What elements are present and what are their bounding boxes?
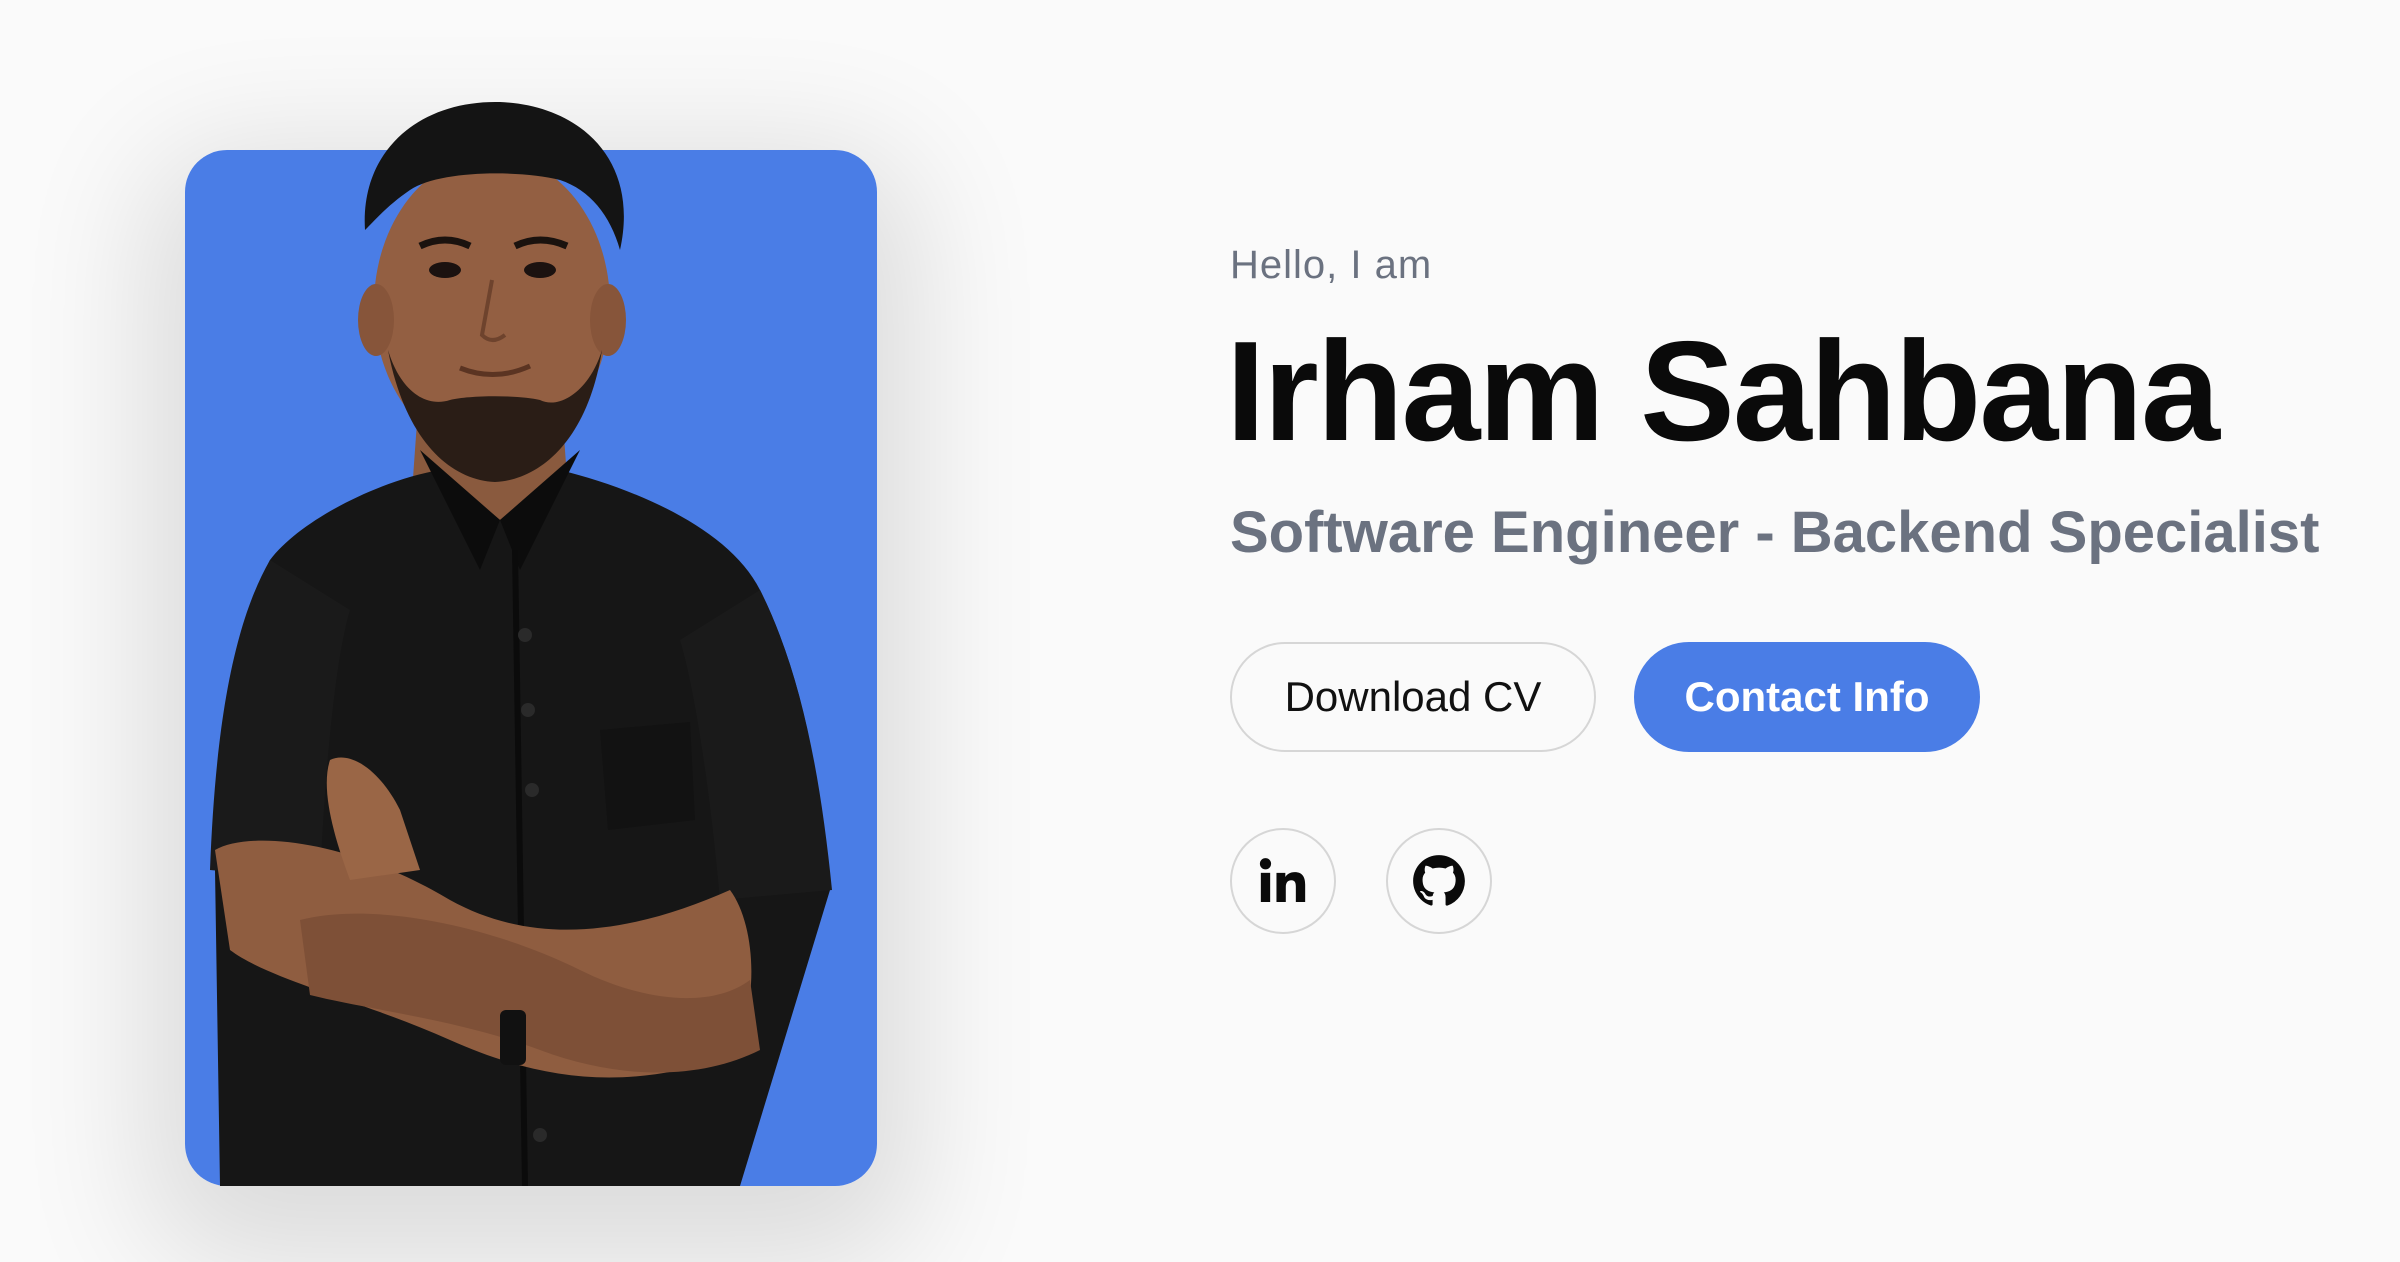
profile-role: Software Engineer - Backend Specialist (1230, 500, 2320, 565)
action-buttons: Download CV Contact Info (1230, 642, 2370, 752)
greeting-text: Hello, I am (1230, 243, 1433, 287)
contact-info-button[interactable]: Contact Info (1634, 642, 1980, 752)
linkedin-icon (1259, 858, 1306, 902)
github-link[interactable] (1386, 828, 1492, 934)
download-cv-button[interactable]: Download CV (1230, 642, 1596, 752)
hero-section: Hello, I am Irham Sahbana Software Engin… (0, 0, 2400, 1262)
profile-portrait (120, 50, 960, 1190)
person-photo (210, 101, 832, 1186)
social-links (1230, 828, 2370, 934)
github-icon (1413, 855, 1465, 906)
linkedin-link[interactable] (1230, 828, 1336, 934)
profile-name: Irham Sahbana (1226, 312, 2220, 471)
intro-content: Hello, I am Irham Sahbana Software Engin… (1226, 240, 2370, 934)
